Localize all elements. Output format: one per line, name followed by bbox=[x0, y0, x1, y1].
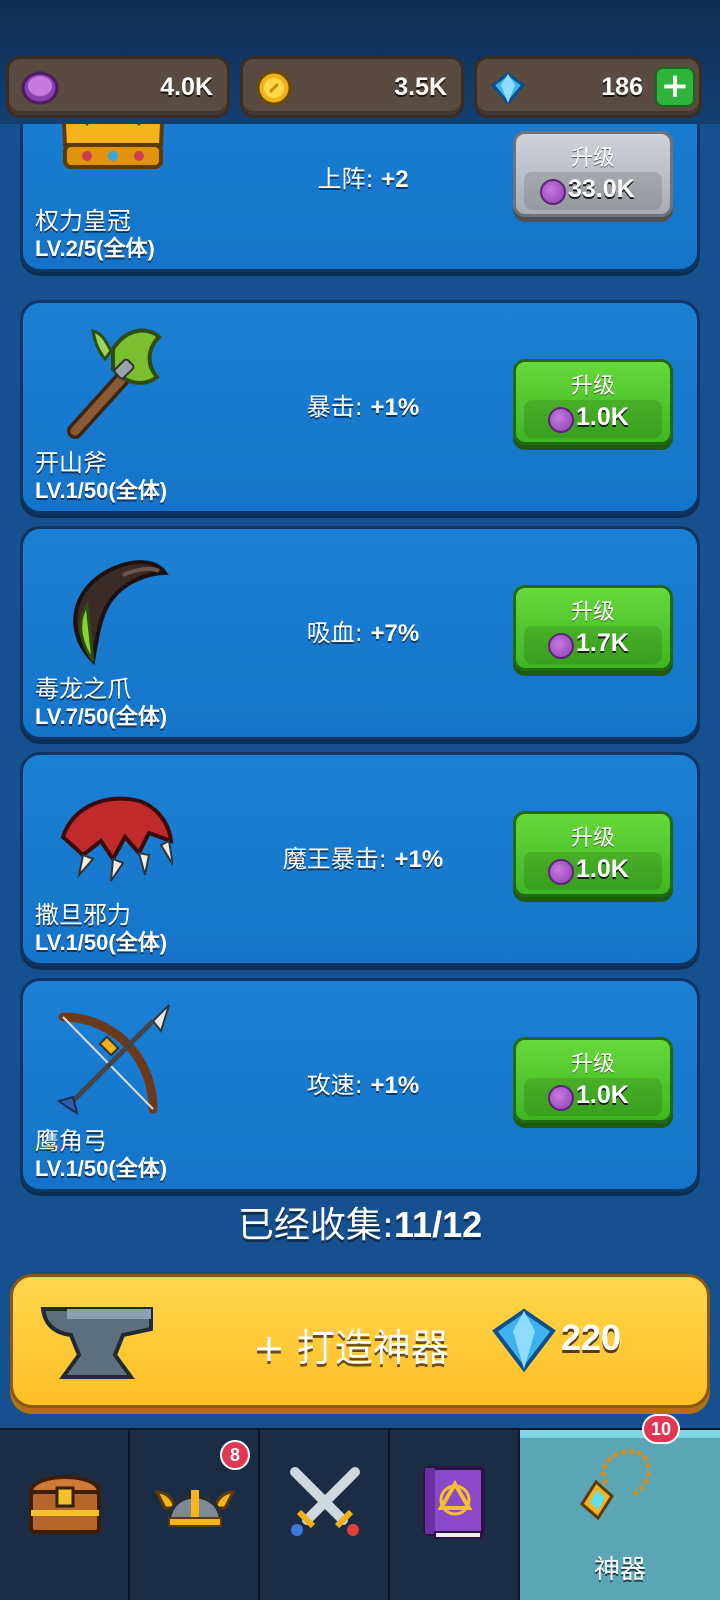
tab-spellbook[interactable] bbox=[390, 1430, 520, 1600]
stat-label: 攻速: bbox=[306, 1071, 371, 1099]
tab-shop[interactable] bbox=[0, 1430, 130, 1600]
stat-value: +2 bbox=[381, 166, 409, 193]
claw-icon bbox=[73, 560, 169, 665]
stat-label: 上阵: bbox=[317, 165, 382, 193]
forge-price: 220 bbox=[561, 1317, 622, 1358]
artifact-level: LV.7/50(全体) bbox=[35, 704, 168, 729]
gold-coin-value: 3.5K bbox=[394, 73, 447, 101]
purple-coin-icon bbox=[548, 633, 574, 659]
cost-value: 1.7K bbox=[576, 629, 629, 657]
purple-coin-icon bbox=[548, 407, 574, 433]
upgrade-label: 升级 bbox=[570, 826, 615, 851]
gold-coin-counter: 3.5K bbox=[240, 56, 464, 118]
crossed-swords-icon bbox=[290, 1467, 360, 1536]
upgrade-button[interactable]: 升级 1.7K bbox=[513, 585, 673, 671]
stat-label: 魔王暴击: bbox=[282, 845, 395, 873]
artifact-stat: 上阵: +2 bbox=[203, 159, 523, 194]
tab-label: 神器 bbox=[593, 1555, 646, 1585]
notification-badge: 10 bbox=[642, 1414, 680, 1444]
stat-label: 吸血: bbox=[306, 619, 371, 647]
artifact-level: LV.2/5(全体) bbox=[35, 236, 155, 261]
forge-label: + 打造神器 bbox=[253, 1326, 449, 1370]
anvil-icon bbox=[40, 1307, 153, 1379]
purple-coin-icon bbox=[21, 71, 59, 105]
notification-badge: 8 bbox=[220, 1440, 250, 1470]
stat-value: +7% bbox=[370, 620, 420, 647]
upgrade-cost: 1.7K bbox=[524, 626, 662, 664]
diamond-icon bbox=[490, 72, 526, 106]
treasure-chest-icon bbox=[28, 1475, 102, 1534]
collection-value: 11/12 bbox=[394, 1204, 483, 1245]
gold-coin-icon bbox=[256, 70, 292, 106]
artifact-card: 鹰角弓 LV.1/50(全体) 攻速: +1% 升级 1.0K bbox=[20, 978, 700, 1192]
purple-coin-icon bbox=[548, 1085, 574, 1111]
upgrade-label: 升级 bbox=[570, 1052, 615, 1077]
add-diamonds-button[interactable]: + bbox=[655, 67, 695, 107]
viking-helmet-icon bbox=[155, 1490, 235, 1527]
axe-icon bbox=[67, 328, 162, 439]
purple-coin-icon bbox=[548, 859, 574, 885]
artifact-card: 开山斧 LV.1/50(全体) 暴击: +1% 升级 1.0K bbox=[20, 300, 700, 514]
amulet-icon bbox=[580, 1448, 651, 1521]
demon-claw-icon bbox=[60, 796, 173, 882]
cost-value: 1.0K bbox=[576, 403, 629, 431]
stat-value: +1% bbox=[370, 394, 420, 421]
diamond-value: 186 bbox=[601, 73, 643, 101]
tab-artifacts[interactable]: 神器 10 bbox=[520, 1414, 720, 1600]
purple-coin-icon bbox=[540, 179, 566, 205]
upgrade-cost: 1.0K bbox=[524, 852, 662, 890]
collection-label: 已经收集: bbox=[237, 1205, 395, 1246]
artifact-stat: 攻速: +1% bbox=[203, 1065, 523, 1100]
spell-book-icon bbox=[423, 1466, 485, 1539]
collection-progress: 已经收集:11/12 bbox=[0, 1196, 720, 1248]
tab-battle[interactable] bbox=[260, 1430, 390, 1600]
artifact-stat: 暴击: +1% bbox=[203, 387, 523, 422]
upgrade-label: 升级 bbox=[570, 146, 615, 171]
artifact-stat: 吸血: +7% bbox=[203, 613, 523, 648]
upgrade-cost: 1.0K bbox=[524, 1078, 662, 1116]
artifact-level: LV.1/50(全体) bbox=[35, 1156, 168, 1181]
upgrade-button[interactable]: 升级 1.0K bbox=[513, 811, 673, 897]
artifact-level: LV.1/50(全体) bbox=[35, 478, 168, 503]
purple-coin-counter: 4.0K bbox=[6, 56, 230, 118]
upgrade-label: 升级 bbox=[570, 374, 615, 399]
upgrade-cost: 1.0K bbox=[524, 400, 662, 438]
artifact-stat: 魔王暴击: +1% bbox=[203, 839, 523, 874]
upgrade-button[interactable]: 升级 1.0K bbox=[513, 359, 673, 445]
stat-value: +1% bbox=[394, 846, 444, 873]
stat-value: +1% bbox=[370, 1072, 420, 1099]
artifact-level: LV.1/50(全体) bbox=[35, 930, 168, 955]
artifact-card: 毒龙之爪 LV.7/50(全体) 吸血: +7% 升级 1.7K bbox=[20, 526, 700, 740]
cost-value: 1.0K bbox=[576, 855, 629, 883]
resource-bar: 4.0K 3.5K 186 + bbox=[0, 0, 720, 124]
upgrade-button[interactable]: 升级 33.0K bbox=[513, 131, 673, 217]
upgrade-label: 升级 bbox=[570, 600, 615, 625]
artifact-card: 撒旦邪力 LV.1/50(全体) 魔王暴击: +1% 升级 1.0K bbox=[20, 752, 700, 966]
forge-artifact-button[interactable]: + 打造神器 220 bbox=[10, 1274, 710, 1408]
bottom-nav: 8 神器 10 bbox=[0, 1414, 720, 1600]
diamond-icon bbox=[492, 1308, 556, 1373]
diamond-counter: 186 + bbox=[474, 56, 702, 118]
tab-heroes[interactable]: 8 bbox=[130, 1430, 260, 1600]
cost-value: 33.0K bbox=[568, 175, 635, 203]
stat-label: 暴击: bbox=[306, 393, 371, 421]
cost-value: 1.0K bbox=[576, 1081, 629, 1109]
upgrade-cost: 33.0K bbox=[524, 172, 662, 210]
purple-coin-value: 4.0K bbox=[160, 73, 213, 101]
bow-icon bbox=[56, 1004, 170, 1116]
upgrade-button[interactable]: 升级 1.0K bbox=[513, 1037, 673, 1123]
